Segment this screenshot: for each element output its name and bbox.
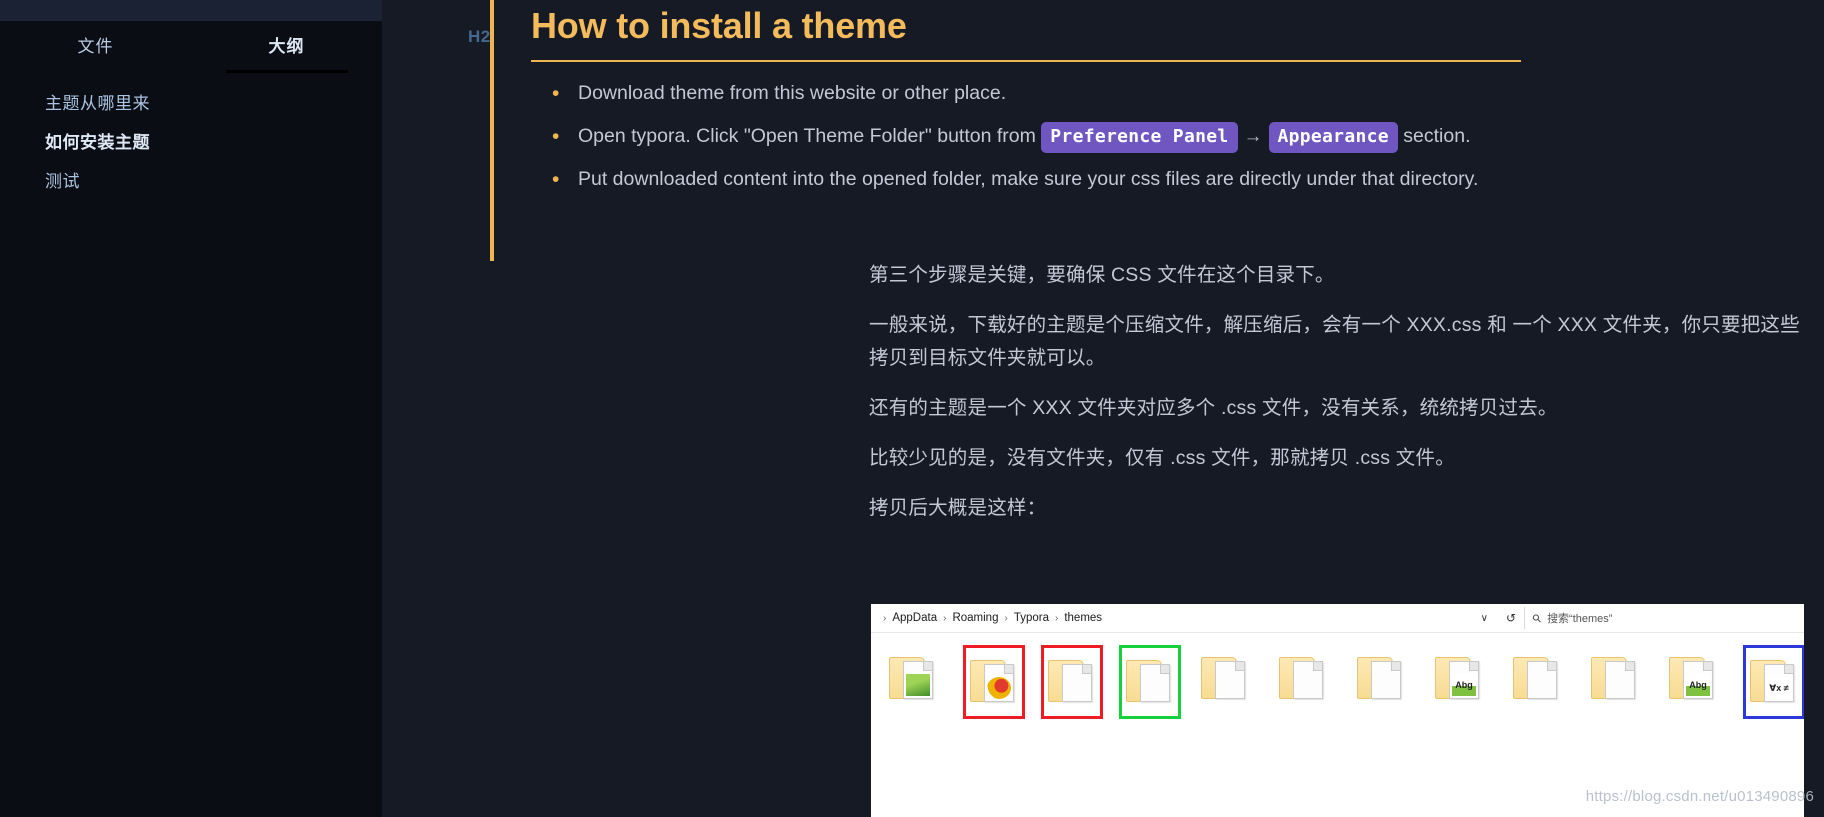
- breadcrumb-separator: ›: [943, 612, 947, 624]
- folder-icon: [970, 660, 1024, 704]
- folder-icon: [1357, 657, 1411, 701]
- explorer-file-grid: Abg Abg ∀x ≠: [871, 633, 1804, 719]
- sidebar-panel: 文件 大纲 主题从哪里来 如何安装主题 测试: [0, 0, 382, 817]
- breadcrumb-item-themes[interactable]: themes: [1062, 612, 1104, 624]
- folder-item[interactable]: [1587, 645, 1649, 719]
- breadcrumb[interactable]: › AppData › Roaming › Typora › themes: [879, 612, 1471, 624]
- folder-item-highlighted-green[interactable]: [1119, 645, 1181, 719]
- list-item-text: Download theme from this website or othe…: [578, 82, 1007, 104]
- outline-item-how-to-install[interactable]: 如何安装主题: [45, 134, 382, 151]
- folder-icon: [1279, 657, 1333, 701]
- tab-outline[interactable]: 大纲: [191, 21, 382, 67]
- breadcrumb-item-roaming[interactable]: Roaming: [950, 612, 1000, 624]
- outline-item-test[interactable]: 测试: [45, 173, 382, 190]
- heading-underline: [531, 60, 1521, 62]
- heading-level-marker: H2: [468, 27, 491, 46]
- paragraph: 一般来说，下载好的主题是个压缩文件，解压缩后，会有一个 XXX.css 和 一个…: [869, 314, 1800, 369]
- folder-thumb-label: ∀x ≠: [1767, 677, 1791, 699]
- explorer-address-bar[interactable]: › AppData › Roaming › Typora › themes ∨ …: [871, 604, 1804, 633]
- folder-thumb-label: Abg: [1452, 674, 1476, 696]
- folder-icon: [1201, 657, 1255, 701]
- paragraph: 还有的主题是一个 XXX 文件夹对应多个 .css 文件，没有关系，统统拷贝过去…: [869, 397, 1558, 419]
- folder-item[interactable]: [885, 645, 947, 719]
- breadcrumb-item-typora[interactable]: Typora: [1012, 612, 1051, 624]
- folder-icon: [1048, 660, 1102, 704]
- outline-item-theme-source[interactable]: 主题从哪里来: [45, 95, 382, 112]
- folder-icon: [889, 657, 943, 701]
- folder-item-highlighted-red[interactable]: [1041, 645, 1103, 719]
- typora-window: 文件 大纲 主题从哪里来 如何安装主题 测试 H2 How to install…: [0, 0, 1824, 817]
- folder-item-highlighted-blue[interactable]: ∀x ≠: [1743, 645, 1804, 719]
- paragraph: 拷贝后大概是这样：: [869, 497, 1047, 519]
- folder-icon: [1126, 660, 1180, 704]
- search-icon: ⚲: [1530, 611, 1545, 626]
- list-item: Download theme from this website or othe…: [552, 77, 1508, 110]
- instruction-list: Download theme from this website or othe…: [531, 77, 1824, 196]
- folder-item[interactable]: [1275, 645, 1337, 719]
- folder-icon: Abg: [1435, 657, 1489, 701]
- folder-item[interactable]: [1509, 645, 1571, 719]
- breadcrumb-separator: ›: [1004, 612, 1008, 624]
- watermark: https://blog.csdn.net/u013490896: [1585, 788, 1814, 805]
- search-input[interactable]: ⚲ 搜索“themes”: [1524, 607, 1804, 629]
- sidebar-tabs: 文件 大纲: [0, 21, 382, 67]
- list-item-text-suffix: section.: [1403, 125, 1471, 147]
- sidebar-titlebar: [0, 0, 382, 21]
- arrow-right-icon: →: [1243, 126, 1263, 147]
- folder-item[interactable]: [1353, 645, 1415, 719]
- folder-icon: Abg: [1669, 657, 1723, 701]
- list-item: Put downloaded content into the opened f…: [552, 163, 1508, 196]
- code-badge-preference-panel: Preference Panel: [1041, 122, 1238, 153]
- outline-list: 主题从哪里来 如何安装主题 测试: [0, 95, 382, 190]
- explorer-screenshot-image: › AppData › Roaming › Typora › themes ∨ …: [871, 604, 1804, 817]
- page-title: How to install a theme: [531, 5, 907, 46]
- folder-item[interactable]: [1197, 645, 1259, 719]
- tab-files[interactable]: 文件: [0, 21, 191, 67]
- folder-item[interactable]: Abg: [1665, 645, 1727, 719]
- list-item: Open typora. Click "Open Theme Folder" b…: [552, 120, 1508, 153]
- refresh-icon[interactable]: ↺: [1498, 611, 1524, 625]
- heading-section: H2 How to install a theme Download theme…: [468, 0, 1824, 261]
- folder-icon: [1591, 657, 1645, 701]
- paragraph: 比较少见的是，没有文件夹，仅有 .css 文件，那就拷贝 .css 文件。: [869, 447, 1455, 469]
- folder-item[interactable]: Abg: [1431, 645, 1493, 719]
- list-item-text: Put downloaded content into the opened f…: [578, 168, 1479, 190]
- paragraph: 第三个步骤是关键，要确保 CSS 文件在这个目录下。: [869, 264, 1335, 286]
- folder-icon: ∀x ≠: [1750, 660, 1804, 704]
- search-placeholder: 搜索“themes”: [1547, 613, 1613, 625]
- code-badge-appearance: Appearance: [1268, 122, 1398, 153]
- body-paragraphs: 第三个步骤是关键，要确保 CSS 文件在这个目录下。 一般来说，下载好的主题是个…: [869, 259, 1824, 525]
- folder-icon: [1513, 657, 1567, 701]
- folder-thumb-label: Abg: [1686, 674, 1710, 696]
- breadcrumb-separator: ›: [883, 612, 887, 624]
- folder-item-highlighted-red[interactable]: [963, 645, 1025, 719]
- editor-content[interactable]: H2 How to install a theme Download theme…: [382, 0, 1824, 817]
- chevron-down-icon[interactable]: ∨: [1471, 613, 1498, 624]
- breadcrumb-item-appdata[interactable]: AppData: [890, 612, 939, 624]
- breadcrumb-separator: ›: [1055, 612, 1059, 624]
- list-item-text-prefix: Open typora. Click "Open Theme Folder" b…: [578, 125, 1036, 147]
